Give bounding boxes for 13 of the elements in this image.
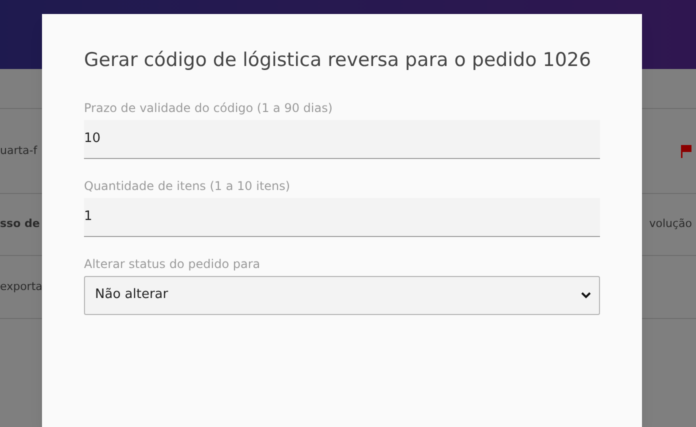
input-field[interactable]: 1 <box>84 198 600 236</box>
cell-text: sso de <box>0 216 41 232</box>
cell-text: uarta-f <box>0 142 38 159</box>
flag-icon <box>680 144 692 158</box>
chevron-down-icon <box>581 292 591 298</box>
cell-text: exporta <box>0 278 42 295</box>
field-label: Quantidade de itens (1 a 10 itens) <box>84 178 292 194</box>
field-label: Alterar status do pedido para <box>84 256 262 272</box>
field-label: Prazo de validade do código (1 a 90 dias) <box>84 100 334 116</box>
input-field[interactable]: 10 <box>84 120 600 158</box>
dialog-title: Gerar código de lógistica reversa para o pedido 1026 <box>84 48 592 73</box>
select-field[interactable]: Não alterar <box>84 276 600 314</box>
cell-text: volução <box>649 216 692 232</box>
